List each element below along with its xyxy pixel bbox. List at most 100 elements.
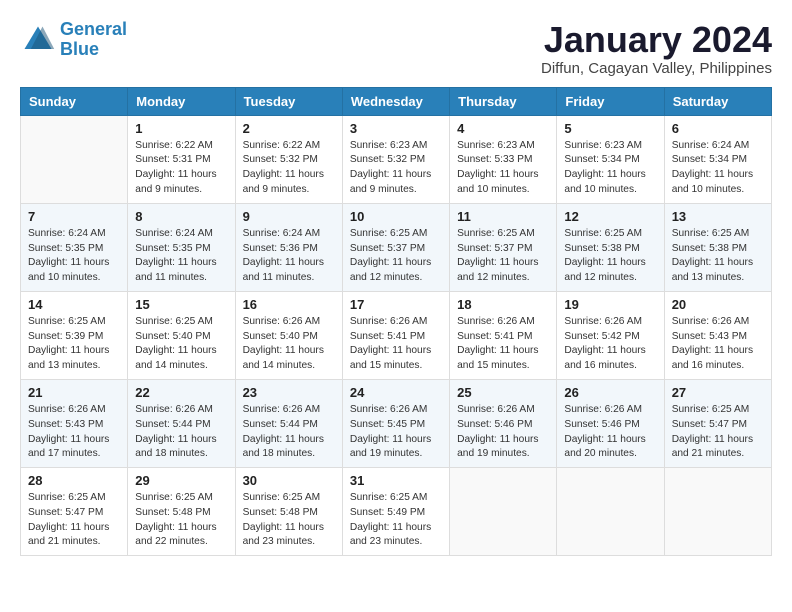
day-number: 20 [672,297,764,312]
day-info: Sunrise: 6:25 AM Sunset: 5:37 PM Dayligh… [457,227,549,286]
day-info: Sunrise: 6:25 AM Sunset: 5:48 PM Dayligh… [135,491,227,550]
calendar-day-cell: 10 Sunrise: 6:25 AM Sunset: 5:37 PM Dayli… [342,203,449,291]
day-number: 28 [28,473,120,488]
day-number: 8 [135,209,227,224]
day-number: 12 [564,209,656,224]
calendar-day-cell: 21Sunrise: 6:26 AM Sunset: 5:43 PM Dayli… [21,379,128,467]
calendar-day-cell: 9 Sunrise: 6:24 AM Sunset: 5:36 PM Daylig… [235,203,342,291]
day-info: Sunrise: 6:26 AM Sunset: 5:42 PM Dayligh… [564,315,656,374]
day-number: 16 [243,297,335,312]
day-number: 23 [243,385,335,400]
calendar-day-cell: 29 Sunrise: 6:25 AM Sunset: 5:48 PM Dayli… [128,468,235,556]
day-info: Sunrise: 6:25 AM Sunset: 5:39 PM Dayligh… [28,315,120,374]
day-info: Sunrise: 6:26 AM Sunset: 5:43 PM Dayligh… [672,315,764,374]
logo-line2: Blue [60,39,99,59]
day-number: 19 [564,297,656,312]
calendar-day-cell: 4Sunrise: 6:23 AM Sunset: 5:33 PM Daylig… [450,115,557,203]
calendar-day-cell: 17 Sunrise: 6:26 AM Sunset: 5:41 PM Dayli… [342,291,449,379]
day-info: Sunrise: 6:26 AM Sunset: 5:40 PM Dayligh… [243,315,335,374]
day-info: Sunrise: 6:25 AM Sunset: 5:38 PM Dayligh… [672,227,764,286]
weekday-header-thursday: Thursday [450,87,557,115]
day-number: 13 [672,209,764,224]
logo-text: General Blue [60,20,127,60]
calendar-day-cell: 11Sunrise: 6:25 AM Sunset: 5:37 PM Dayli… [450,203,557,291]
weekday-header-sunday: Sunday [21,87,128,115]
calendar-day-cell [21,115,128,203]
calendar-day-cell: 26 Sunrise: 6:26 AM Sunset: 5:46 PM Dayli… [557,379,664,467]
day-number: 29 [135,473,227,488]
day-number: 9 [243,209,335,224]
calendar-day-cell [450,468,557,556]
day-number: 26 [564,385,656,400]
weekday-header-wednesday: Wednesday [342,87,449,115]
calendar-week-row: 14 Sunrise: 6:25 AM Sunset: 5:39 PM Dayli… [21,291,772,379]
calendar-day-cell: 2Sunrise: 6:22 AM Sunset: 5:32 PM Daylig… [235,115,342,203]
day-number: 17 [350,297,442,312]
calendar-day-cell: 20 Sunrise: 6:26 AM Sunset: 5:43 PM Dayli… [664,291,771,379]
day-number: 24 [350,385,442,400]
day-info: Sunrise: 6:25 AM Sunset: 5:49 PM Dayligh… [350,491,442,550]
day-number: 1 [135,121,227,136]
calendar-table: SundayMondayTuesdayWednesdayThursdayFrid… [20,87,772,557]
day-number: 25 [457,385,549,400]
calendar-day-cell: 5Sunrise: 6:23 AM Sunset: 5:34 PM Daylig… [557,115,664,203]
calendar-week-row: 28 Sunrise: 6:25 AM Sunset: 5:47 PM Dayli… [21,468,772,556]
calendar-day-cell: 1 Sunrise: 6:22 AM Sunset: 5:31 PM Daylig… [128,115,235,203]
day-info: Sunrise: 6:23 AM Sunset: 5:33 PM Dayligh… [457,139,549,198]
location: Diffun, Cagayan Valley, Philippines [541,60,772,77]
calendar-day-cell [664,468,771,556]
calendar-week-row: 7Sunrise: 6:24 AM Sunset: 5:35 PM Daylig… [21,203,772,291]
calendar-day-cell: 27Sunrise: 6:25 AM Sunset: 5:47 PM Dayli… [664,379,771,467]
calendar-day-cell: 14 Sunrise: 6:25 AM Sunset: 5:39 PM Dayli… [21,291,128,379]
calendar-day-cell: 24 Sunrise: 6:26 AM Sunset: 5:45 PM Dayli… [342,379,449,467]
title-section: January 2024 Diffun, Cagayan Valley, Phi… [541,20,772,77]
day-info: Sunrise: 6:22 AM Sunset: 5:31 PM Dayligh… [135,139,227,198]
weekday-header-friday: Friday [557,87,664,115]
day-info: Sunrise: 6:26 AM Sunset: 5:41 PM Dayligh… [350,315,442,374]
weekday-header-saturday: Saturday [664,87,771,115]
day-info: Sunrise: 6:24 AM Sunset: 5:35 PM Dayligh… [28,227,120,286]
day-info: Sunrise: 6:26 AM Sunset: 5:41 PM Dayligh… [457,315,549,374]
calendar-day-cell: 3 Sunrise: 6:23 AM Sunset: 5:32 PM Daylig… [342,115,449,203]
day-info: Sunrise: 6:25 AM Sunset: 5:48 PM Dayligh… [243,491,335,550]
calendar-day-cell: 22 Sunrise: 6:26 AM Sunset: 5:44 PM Dayli… [128,379,235,467]
day-number: 30 [243,473,335,488]
day-info: Sunrise: 6:24 AM Sunset: 5:35 PM Dayligh… [135,227,227,286]
calendar-day-cell: 28 Sunrise: 6:25 AM Sunset: 5:47 PM Dayli… [21,468,128,556]
logo: General Blue [20,20,127,60]
day-info: Sunrise: 6:25 AM Sunset: 5:38 PM Dayligh… [564,227,656,286]
day-info: Sunrise: 6:24 AM Sunset: 5:36 PM Dayligh… [243,227,335,286]
logo-line1: General [60,19,127,39]
day-info: Sunrise: 6:26 AM Sunset: 5:44 PM Dayligh… [135,403,227,462]
day-info: Sunrise: 6:25 AM Sunset: 5:40 PM Dayligh… [135,315,227,374]
day-info: Sunrise: 6:24 AM Sunset: 5:34 PM Dayligh… [672,139,764,198]
weekday-header-monday: Monday [128,87,235,115]
calendar-day-cell: 25 Sunrise: 6:26 AM Sunset: 5:46 PM Dayli… [450,379,557,467]
day-number: 18 [457,297,549,312]
day-number: 27 [672,385,764,400]
calendar-week-row: 21Sunrise: 6:26 AM Sunset: 5:43 PM Dayli… [21,379,772,467]
day-number: 22 [135,385,227,400]
logo-icon [20,22,56,58]
day-info: Sunrise: 6:23 AM Sunset: 5:32 PM Dayligh… [350,139,442,198]
day-number: 5 [564,121,656,136]
calendar-day-cell: 31Sunrise: 6:25 AM Sunset: 5:49 PM Dayli… [342,468,449,556]
day-info: Sunrise: 6:26 AM Sunset: 5:46 PM Dayligh… [457,403,549,462]
day-number: 10 [350,209,442,224]
calendar-day-cell: 18 Sunrise: 6:26 AM Sunset: 5:41 PM Dayli… [450,291,557,379]
calendar-day-cell: 12 Sunrise: 6:25 AM Sunset: 5:38 PM Dayli… [557,203,664,291]
calendar-day-cell: 23 Sunrise: 6:26 AM Sunset: 5:44 PM Dayli… [235,379,342,467]
day-info: Sunrise: 6:25 AM Sunset: 5:47 PM Dayligh… [28,491,120,550]
day-info: Sunrise: 6:26 AM Sunset: 5:44 PM Dayligh… [243,403,335,462]
calendar-day-cell: 6Sunrise: 6:24 AM Sunset: 5:34 PM Daylig… [664,115,771,203]
calendar-day-cell [557,468,664,556]
calendar-day-cell: 16 Sunrise: 6:26 AM Sunset: 5:40 PM Dayli… [235,291,342,379]
day-info: Sunrise: 6:26 AM Sunset: 5:46 PM Dayligh… [564,403,656,462]
day-number: 3 [350,121,442,136]
day-info: Sunrise: 6:26 AM Sunset: 5:45 PM Dayligh… [350,403,442,462]
day-info: Sunrise: 6:26 AM Sunset: 5:43 PM Dayligh… [28,403,120,462]
day-number: 14 [28,297,120,312]
day-info: Sunrise: 6:25 AM Sunset: 5:37 PM Dayligh… [350,227,442,286]
page-header: General Blue January 2024 Diffun, Cagaya… [20,20,772,77]
day-info: Sunrise: 6:22 AM Sunset: 5:32 PM Dayligh… [243,139,335,198]
